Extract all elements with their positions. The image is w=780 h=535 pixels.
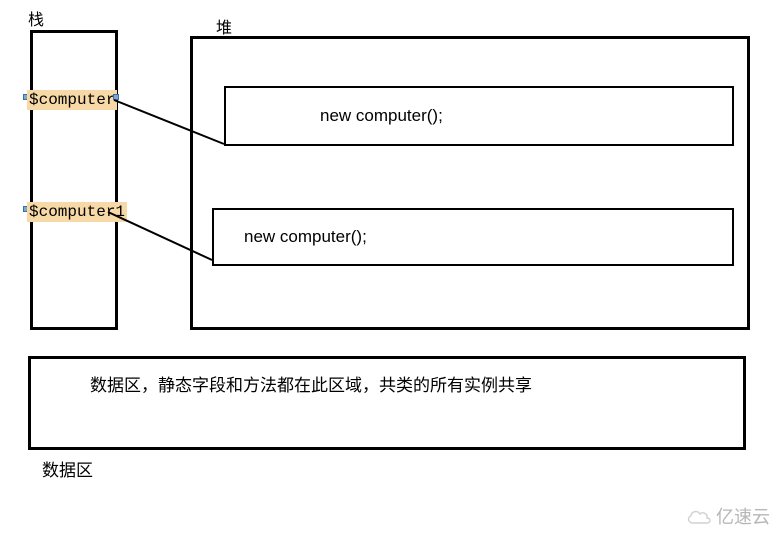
cloud-icon bbox=[686, 507, 712, 525]
data-area-description: 数据区，静态字段和方法都在此区域，共类的所有实例共享 bbox=[90, 370, 550, 402]
data-area-label: 数据区 bbox=[42, 456, 93, 481]
connector-lines bbox=[0, 0, 780, 400]
watermark-text: 亿速云 bbox=[716, 503, 770, 529]
watermark: 亿速云 bbox=[686, 503, 770, 529]
